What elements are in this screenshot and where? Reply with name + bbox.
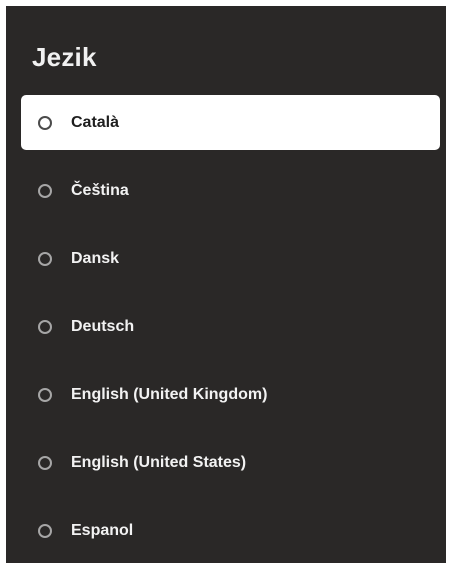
language-option-label: English (United Kingdom) [71,385,268,403]
language-option-english-uk[interactable]: English (United Kingdom) [21,367,440,422]
language-option-catala[interactable]: Català [21,95,440,150]
radio-button-icon[interactable] [38,387,52,402]
language-option-deutsch[interactable]: Deutsch [21,299,440,354]
language-option-label: Čeština [71,181,129,199]
language-option-english-us[interactable]: English (United States) [21,435,440,490]
radio-button-icon[interactable] [38,251,52,266]
language-option-espanol[interactable]: Espanol [21,503,440,558]
dialog-title: Jezik [32,42,97,72]
language-list: Català Čeština Dansk Deutsch English (Un… [21,95,440,563]
language-option-label: Català [71,113,120,131]
language-dialog: Jezik Català Čeština Dansk Deutsch Engli… [6,6,446,563]
language-option-cestina[interactable]: Čeština [21,163,440,218]
radio-button-icon[interactable] [38,319,52,334]
language-option-label: Dansk [71,249,120,267]
radio-button-icon[interactable] [38,523,52,538]
language-option-label: Deutsch [71,317,135,335]
language-option-dansk[interactable]: Dansk [21,231,440,286]
language-option-label: English (United States) [71,453,247,471]
radio-button-icon[interactable] [38,455,52,470]
language-option-label: Espanol [71,521,134,539]
radio-button-icon[interactable] [38,183,52,198]
radio-button-icon[interactable] [38,115,52,130]
